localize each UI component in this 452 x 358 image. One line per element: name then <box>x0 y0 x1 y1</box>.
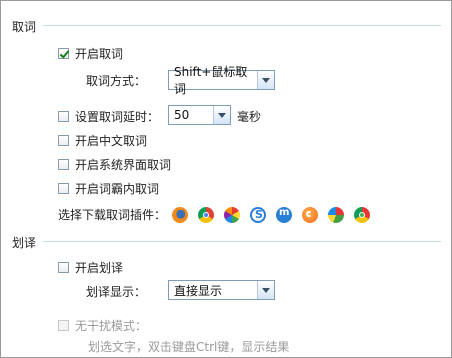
capture-delay-checkbox[interactable] <box>58 111 69 122</box>
chevron-down-icon[interactable] <box>213 106 230 124</box>
no-disturb-option: 无干扰模式： <box>58 317 147 334</box>
plugin-download-label: 选择下载取词插件： <box>58 208 167 222</box>
capture-delay-value: 50 <box>174 108 190 122</box>
enable-system-ui-checkbox[interactable] <box>58 159 69 170</box>
enable-chinese-option[interactable]: 开启中文取词 <box>58 132 147 149</box>
enable-chinese-checkbox[interactable] <box>58 135 69 146</box>
maxthon-icon[interactable] <box>276 206 293 223</box>
enable-inline-option[interactable]: 开启词霸内取词 <box>58 180 159 197</box>
enable-translate-label: 开启划译 <box>75 261 124 275</box>
360-browser-icon[interactable] <box>354 206 371 223</box>
enable-capture-label: 开启取词 <box>75 47 124 61</box>
capture-delay-label: 设置取词延时： <box>75 110 160 124</box>
chevron-down-icon[interactable] <box>257 281 274 299</box>
enable-translate-checkbox[interactable] <box>58 262 69 273</box>
section-title-capture: 取词 <box>12 20 37 34</box>
green-browser-icon[interactable] <box>328 206 345 223</box>
display-mode-value: 直接显示 <box>174 283 223 298</box>
capture-mode-select[interactable]: Shift+鼠标取词 <box>168 65 275 96</box>
plugin-download-row: 选择下载取词插件： <box>58 206 380 223</box>
no-disturb-hint: 划选文字，双击键盘Ctrl键，显示结果 <box>88 338 289 355</box>
section-divider-translate <box>43 241 441 242</box>
display-mode-label: 划译显示： <box>86 283 146 300</box>
capture-delay-option[interactable]: 设置取词延时： <box>58 108 159 125</box>
capture-mode-label: 取词方式： <box>86 72 146 89</box>
settings-panel: 取词 开启取词 取词方式： Shift+鼠标取词 设置取词延时： 50 毫秒 开… <box>0 0 452 358</box>
enable-chinese-label: 开启中文取词 <box>75 134 148 148</box>
enable-translate-option[interactable]: 开启划译 <box>58 259 123 276</box>
capture-mode-label-text: 取词方式： <box>86 74 147 88</box>
display-mode-select[interactable]: 直接显示 <box>168 280 275 300</box>
no-disturb-checkbox <box>58 320 69 331</box>
capture-delay-unit-text: 毫秒 <box>237 110 262 124</box>
enable-inline-label: 开启词霸内取词 <box>75 182 160 196</box>
capture-delay-select[interactable]: 50 <box>168 105 231 125</box>
display-mode-label-text: 划译显示： <box>86 285 147 299</box>
sogou-browser-icon[interactable] <box>250 206 267 223</box>
chevron-down-icon[interactable] <box>257 71 274 89</box>
enable-capture-option[interactable]: 开启取词 <box>58 45 123 62</box>
firefox-icon[interactable] <box>172 206 189 223</box>
orange-browser-icon[interactable] <box>302 206 319 223</box>
capture-delay-unit: 毫秒 <box>237 108 261 125</box>
enable-capture-checkbox[interactable] <box>58 48 69 59</box>
section-divider-capture <box>43 25 441 26</box>
no-disturb-label: 无干扰模式： <box>75 319 148 333</box>
enable-system-ui-option[interactable]: 开启系统界面取词 <box>58 156 171 173</box>
capture-mode-value: Shift+鼠标取词 <box>174 65 248 96</box>
section-title-translate: 划译 <box>12 236 37 250</box>
enable-system-ui-label: 开启系统界面取词 <box>75 158 172 172</box>
enable-inline-checkbox[interactable] <box>58 183 69 194</box>
chrome-icon[interactable] <box>198 206 215 223</box>
pinwheel-browser-icon[interactable] <box>224 206 241 223</box>
no-disturb-hint-text: 划选文字，双击键盘Ctrl键，显示结果 <box>88 340 290 354</box>
